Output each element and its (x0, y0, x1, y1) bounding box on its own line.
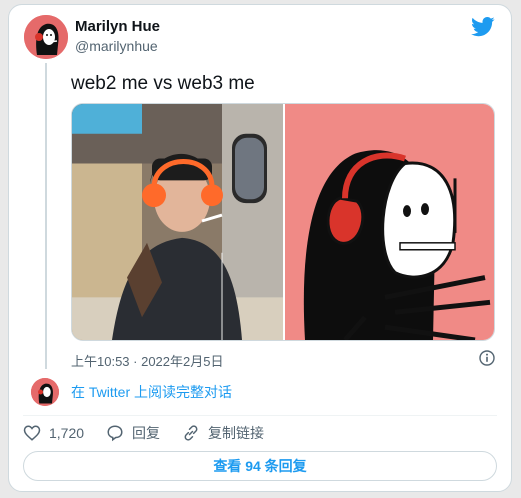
read-conversation-link[interactable]: 在 Twitter 上阅读完整对话 (71, 382, 232, 402)
author-handle[interactable]: @marilynhue (75, 38, 158, 54)
reply-icon (107, 425, 123, 442)
heart-icon (23, 425, 41, 441)
copy-link-button[interactable]: 复制链接 (182, 423, 264, 443)
tweet-text: web2 me vs web3 me (71, 73, 255, 94)
info-icon[interactable] (479, 350, 495, 366)
reply-button[interactable]: 回复 (106, 423, 160, 443)
view-replies-button[interactable]: 查看 94 条回复 (23, 451, 497, 481)
twitter-bird-icon[interactable] (471, 17, 495, 37)
media-photo-web2[interactable] (72, 104, 283, 340)
like-button[interactable]: 1,720 (23, 424, 84, 442)
read-conversation-row[interactable]: 在 Twitter 上阅读完整对话 (31, 377, 232, 407)
media-drawing-web3[interactable] (285, 104, 494, 340)
link-icon (184, 425, 198, 441)
author-avatar-small[interactable] (31, 378, 59, 406)
author-name[interactable]: Marilyn Hue (75, 18, 160, 35)
tweet-media[interactable] (71, 103, 495, 341)
reply-label: 回复 (132, 425, 161, 441)
thread-line (45, 63, 47, 369)
author-avatar[interactable] (24, 15, 68, 59)
tweet-card: Marilyn Hue @marilynhue web2 me vs web3 … (8, 4, 512, 492)
like-count: 1,720 (49, 425, 85, 441)
action-bar: 1,720 回复 复制链接 (23, 423, 286, 443)
copy-link-label: 复制链接 (208, 425, 265, 441)
divider (23, 415, 497, 416)
tweet-timestamp[interactable]: 上午10:53 · 2022年2月5日 (71, 351, 223, 370)
